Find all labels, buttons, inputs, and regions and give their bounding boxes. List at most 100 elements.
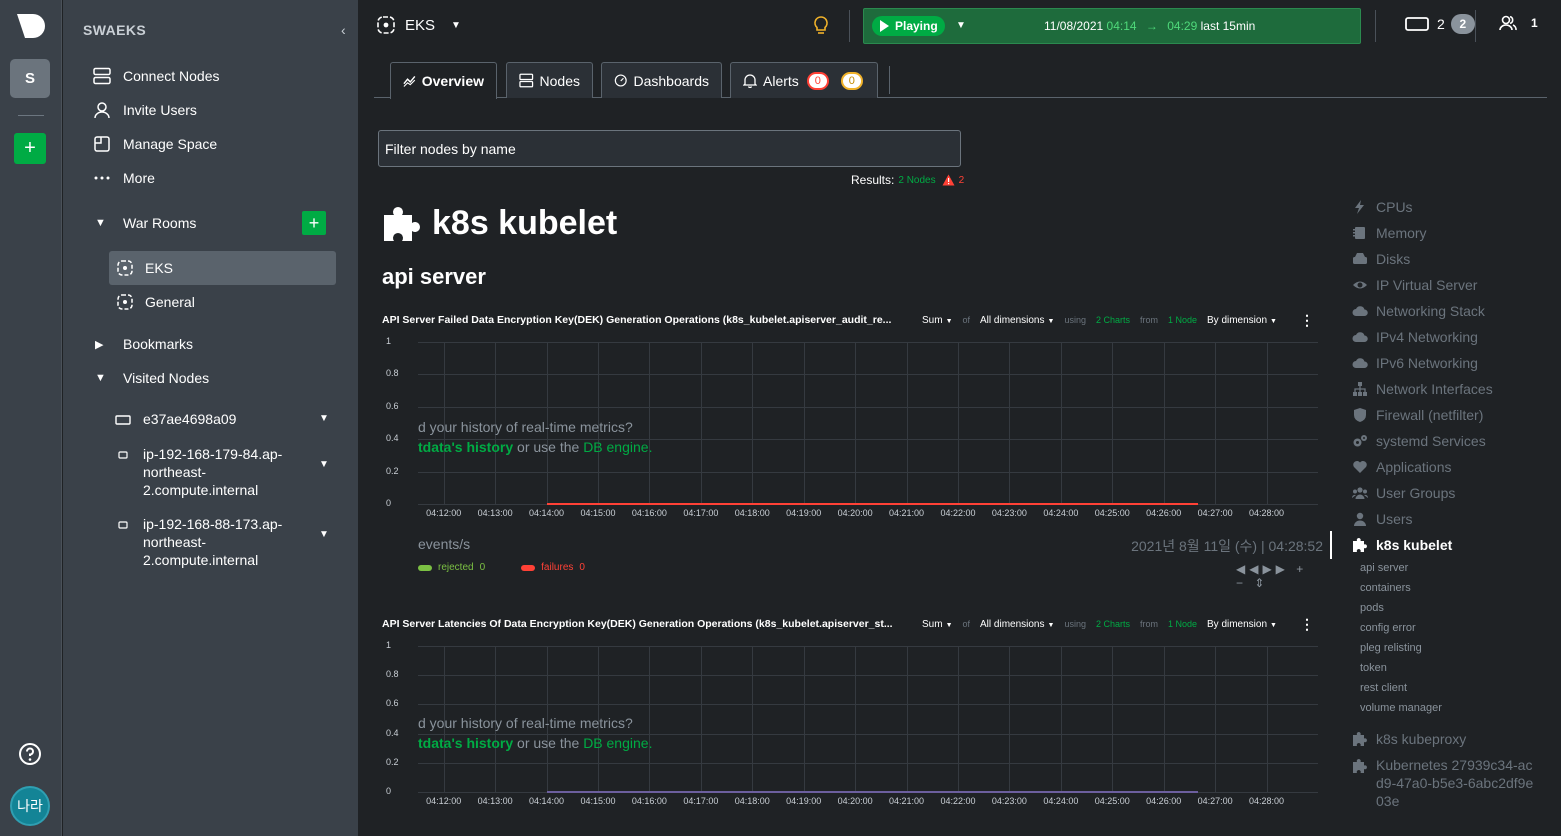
gridline-vertical bbox=[1215, 342, 1217, 504]
legend-item-failures[interactable]: failures 0 bbox=[521, 562, 585, 573]
nav-item-ip-virtual-server[interactable]: IP Virtual Server bbox=[1352, 274, 1477, 296]
chevron-down-icon[interactable]: ▼ bbox=[956, 20, 966, 31]
nav-subitem-pleg-relisting[interactable]: pleg relisting bbox=[1360, 642, 1422, 654]
filter-nodes-input[interactable] bbox=[378, 130, 961, 167]
legend-item-rejected[interactable]: rejected 0 bbox=[418, 562, 485, 573]
users-indicator[interactable]: 1 bbox=[1499, 14, 1538, 32]
chevron-down-icon[interactable]: ▼ bbox=[319, 413, 331, 424]
nav-subitem-config-error[interactable]: config error bbox=[1360, 622, 1416, 634]
charts-link[interactable]: 2 Charts bbox=[1096, 315, 1130, 325]
tab-alerts[interactable]: Alerts 0 0 bbox=[730, 62, 878, 98]
chart-dek-latencies: API Server Latencies Of Data Encryption … bbox=[378, 616, 1323, 836]
chevron-down-icon[interactable]: ▼ bbox=[319, 459, 331, 470]
visited-node-item[interactable]: e37ae4698a09 ▼ bbox=[115, 410, 331, 428]
gridline-vertical bbox=[700, 646, 702, 792]
dimensions-select[interactable]: All dimensions ▼ bbox=[980, 619, 1054, 630]
nav-subitem-containers[interactable]: containers bbox=[1360, 582, 1411, 594]
playing-button[interactable]: Playing bbox=[872, 16, 945, 36]
visited-nodes-toggle[interactable]: ▼ Visited Nodes bbox=[95, 365, 209, 391]
db-engine-link[interactable]: DB engine bbox=[583, 439, 648, 455]
nodes-link[interactable]: 1 Node bbox=[1168, 315, 1197, 325]
legend-name: rejected bbox=[438, 562, 474, 573]
from-time: 04:14 bbox=[1106, 19, 1137, 33]
heart-icon bbox=[1353, 461, 1367, 473]
charts-link[interactable]: 2 Charts bbox=[1096, 619, 1130, 629]
nav-item-k8s-kubeproxy[interactable]: k8s kubeproxy bbox=[1352, 728, 1466, 750]
chevron-down-icon[interactable]: ▼ bbox=[319, 529, 331, 540]
manage-space-link[interactable]: Manage Space bbox=[93, 131, 217, 157]
nav-item-cpus[interactable]: CPUs bbox=[1352, 196, 1413, 218]
nav-item-user-groups[interactable]: User Groups bbox=[1352, 482, 1455, 504]
user-avatar[interactable]: 나라 bbox=[10, 786, 50, 826]
nav-subitem-token[interactable]: token bbox=[1360, 662, 1387, 674]
nav-item-ipv4-networking[interactable]: IPv4 Networking bbox=[1352, 326, 1478, 348]
chart-title: API Server Failed Data Encryption Key(DE… bbox=[382, 314, 892, 326]
invite-users-link[interactable]: Invite Users bbox=[93, 97, 197, 123]
gridline bbox=[418, 704, 1318, 705]
lightbulb-icon[interactable] bbox=[813, 16, 829, 36]
nav-item-kubernetes-27939c34-acd9-47a0-b5e3-6abc2df9e03e[interactable]: Kubernetes 27939c34-acd9-47a0-b5e3-6abc2… bbox=[1352, 756, 1536, 810]
room-item-general[interactable]: General bbox=[109, 285, 336, 319]
gridline-vertical bbox=[906, 342, 908, 504]
tab-nodes[interactable]: Nodes bbox=[506, 62, 593, 98]
room-selector[interactable]: EKS ▼ bbox=[377, 16, 461, 34]
nav-item-k8s-kubelet[interactable]: k8s kubelet bbox=[1352, 534, 1452, 556]
nav-item-network-interfaces[interactable]: Network Interfaces bbox=[1352, 378, 1493, 400]
cloud-icon bbox=[1352, 332, 1368, 342]
results-nodes[interactable]: 2 Nodes bbox=[898, 175, 935, 186]
war-rooms-toggle[interactable]: ▼ War Rooms bbox=[95, 210, 196, 236]
tab-overview[interactable]: Overview bbox=[390, 62, 497, 99]
nav-item-memory[interactable]: Memory bbox=[1352, 222, 1427, 244]
space-button[interactable]: S bbox=[10, 59, 50, 98]
group-by-select[interactable]: By dimension ▼ bbox=[1207, 619, 1277, 630]
aggregation-select[interactable]: Sum ▼ bbox=[922, 315, 953, 326]
nav-subitem-volume-manager[interactable]: volume manager bbox=[1360, 702, 1442, 714]
x-tick-label: 04:25:00 bbox=[1094, 796, 1130, 806]
nav-subitem-api-server[interactable]: api server bbox=[1360, 562, 1408, 574]
time-range[interactable]: 11/08/2021 04:14 → 04:29 last 15min bbox=[1044, 19, 1255, 33]
collapse-sidebar-icon[interactable]: ‹ bbox=[341, 22, 346, 38]
gridline bbox=[418, 407, 1318, 408]
manage-space-label: Manage Space bbox=[123, 136, 218, 152]
dimensions-select[interactable]: All dimensions ▼ bbox=[980, 315, 1054, 326]
nav-item-firewall-netfilter[interactable]: Firewall (netfilter) bbox=[1352, 404, 1483, 426]
y-tick-label: 0.4 bbox=[386, 433, 399, 443]
visited-node-item[interactable]: ip-192-168-179-84.ap-northeast-2.compute… bbox=[115, 445, 331, 499]
nav-item-users[interactable]: Users bbox=[1352, 508, 1413, 530]
tab-dashboards[interactable]: Dashboards bbox=[601, 62, 722, 98]
header-divider bbox=[849, 10, 850, 42]
netdata-logo[interactable] bbox=[15, 12, 47, 40]
group-by-select[interactable]: By dimension ▼ bbox=[1207, 315, 1277, 326]
nav-subitem-pods[interactable]: pods bbox=[1360, 602, 1384, 614]
nav-item-systemd-services[interactable]: systemd Services bbox=[1352, 430, 1486, 452]
cloud-icon bbox=[1352, 306, 1368, 316]
history-link[interactable]: history bbox=[466, 439, 513, 455]
play-icon bbox=[880, 20, 889, 32]
nav-item-applications[interactable]: Applications bbox=[1352, 456, 1452, 478]
nodes-link[interactable]: 1 Node bbox=[1168, 619, 1197, 629]
room-title: EKS bbox=[405, 16, 436, 34]
help-icon[interactable] bbox=[18, 742, 42, 766]
add-space-button[interactable]: + bbox=[14, 133, 46, 164]
room-item-eks[interactable]: EKS bbox=[109, 251, 336, 285]
nav-item-disks[interactable]: Disks bbox=[1352, 248, 1410, 270]
aggregation-select[interactable]: Sum ▼ bbox=[922, 619, 953, 630]
nodes-indicator[interactable]: 2 2 bbox=[1405, 14, 1475, 34]
add-war-room-button[interactable]: + bbox=[302, 211, 326, 235]
nav-item-networking-stack[interactable]: Networking Stack bbox=[1352, 300, 1485, 322]
chart-toolbox[interactable]: ◀◀▶▶ + − ⇕ bbox=[1236, 562, 1323, 590]
cloud-icon bbox=[1352, 358, 1368, 368]
time-control[interactable]: Playing ▼ 11/08/2021 04:14 → 04:29 last … bbox=[863, 8, 1361, 44]
visited-node-item[interactable]: ip-192-168-88-173.ap-northeast-2.compute… bbox=[115, 515, 331, 569]
nav-subitem-rest-client[interactable]: rest client bbox=[1360, 682, 1407, 694]
x-tick-label: 04:22:00 bbox=[940, 796, 976, 806]
chart-menu-icon[interactable]: ⋮ bbox=[1300, 312, 1314, 329]
x-tick-label: 04:18:00 bbox=[734, 508, 770, 518]
nav-item-ipv6-networking[interactable]: IPv6 Networking bbox=[1352, 352, 1478, 374]
chart-menu-icon[interactable]: ⋮ bbox=[1300, 616, 1314, 633]
bookmarks-toggle[interactable]: ▶ Bookmarks bbox=[95, 331, 193, 357]
connect-nodes-link[interactable]: Connect Nodes bbox=[93, 63, 220, 89]
history-link[interactable]: history bbox=[466, 735, 513, 751]
more-link[interactable]: More bbox=[93, 165, 155, 191]
db-engine-link[interactable]: DB engine bbox=[583, 735, 648, 751]
